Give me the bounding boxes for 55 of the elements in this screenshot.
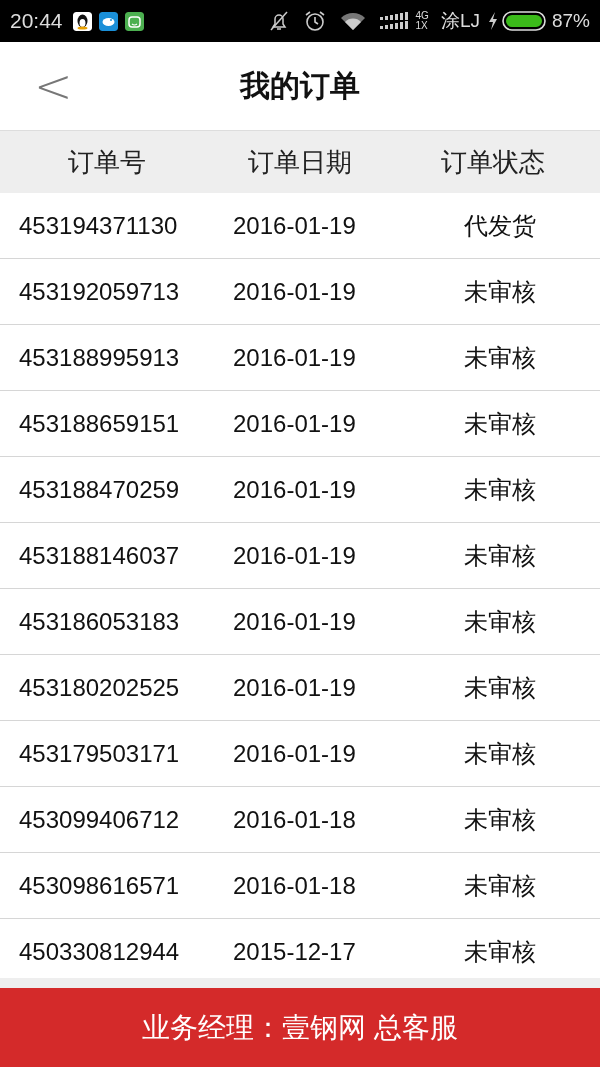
order-status-cell-text: 未审核 bbox=[463, 936, 537, 968]
order-date-cell-text: 2016-01-19 bbox=[232, 607, 357, 636]
network-type: 4G bbox=[415, 11, 429, 21]
column-header: 订单号 bbox=[66, 145, 147, 179]
order-number-cell-text: 453188470259 bbox=[18, 475, 181, 504]
order-status-cell-text: 未审核 bbox=[463, 540, 537, 572]
order-date-cell-text: 2016-01-19 bbox=[232, 343, 357, 372]
battery-percentage: 87% bbox=[551, 10, 590, 32]
order-number-cell-text: 453188995913 bbox=[18, 343, 181, 372]
order-number-cell-text: 453180202525 bbox=[18, 673, 181, 702]
order-date-cell-text: 2016-01-18 bbox=[232, 805, 357, 834]
notifications-off-icon bbox=[267, 10, 290, 32]
order-date-cell-text: 2016-01-19 bbox=[232, 211, 357, 240]
order-date-cell-text: 2016-01-19 bbox=[232, 475, 357, 504]
network-type: 1X bbox=[415, 21, 429, 31]
carrier-name: 涂LJ bbox=[440, 9, 480, 33]
order-date-cell-text: 2016-01-19 bbox=[232, 277, 357, 306]
clock: 20:44 bbox=[10, 9, 63, 33]
order-status-cell-text: 未审核 bbox=[463, 276, 537, 308]
penguin-app-icon bbox=[72, 11, 92, 31]
column-header: 订单状态 bbox=[440, 145, 546, 179]
battery-icon bbox=[501, 11, 546, 31]
order-number-cell-text: 453099406712 bbox=[18, 805, 181, 834]
order-number-cell-text: 453188659151 bbox=[18, 409, 181, 438]
order-number-cell-text: 453186053183 bbox=[18, 607, 181, 636]
order-number-cell-text: 453194371130 bbox=[18, 211, 179, 240]
order-status-cell-text: 未审核 bbox=[463, 408, 537, 440]
order-date-cell-text: 2016-01-18 bbox=[232, 871, 357, 900]
page-title: 我的订单 bbox=[240, 66, 360, 105]
bird-app-icon bbox=[98, 11, 118, 31]
order-status-cell-text: 未审核 bbox=[463, 672, 537, 704]
order-status-cell-text: 未审核 bbox=[463, 738, 537, 770]
order-number-cell-text: 450330812944 bbox=[18, 937, 181, 966]
order-status-cell-text: 未审核 bbox=[463, 342, 537, 374]
order-status-cell-text: 未审核 bbox=[463, 606, 537, 638]
wifi-icon bbox=[339, 11, 366, 31]
order-date-cell-text: 2016-01-19 bbox=[232, 739, 357, 768]
order-number-cell-text: 453192059713 bbox=[18, 277, 181, 306]
order-date-cell-text: 2016-01-19 bbox=[232, 409, 357, 438]
order-number-cell-text: 453098616571 bbox=[18, 871, 181, 900]
column-header: 订单日期 bbox=[246, 145, 353, 179]
back-button[interactable]: < bbox=[24, 62, 83, 110]
order-status-cell-text: 未审核 bbox=[463, 474, 537, 506]
order-status-cell-text: 未审核 bbox=[463, 804, 537, 836]
order-status-cell-text: 未审核 bbox=[463, 870, 537, 902]
face-app-icon bbox=[124, 11, 144, 31]
order-number-cell-text: 453188146037 bbox=[18, 541, 181, 570]
order-date-cell-text: 2016-01-19 bbox=[232, 541, 357, 570]
order-status-cell-text: 代发货 bbox=[463, 210, 537, 242]
order-date-cell-text: 2015-12-17 bbox=[232, 937, 357, 966]
alarm-icon bbox=[303, 10, 326, 32]
customer-service-button[interactable]: 业务经理：壹钢网 总客服 bbox=[0, 988, 600, 1067]
order-date-cell-text: 2016-01-19 bbox=[232, 673, 357, 702]
order-number-cell-text: 453179503171 bbox=[18, 739, 181, 768]
charging-icon bbox=[487, 12, 498, 30]
